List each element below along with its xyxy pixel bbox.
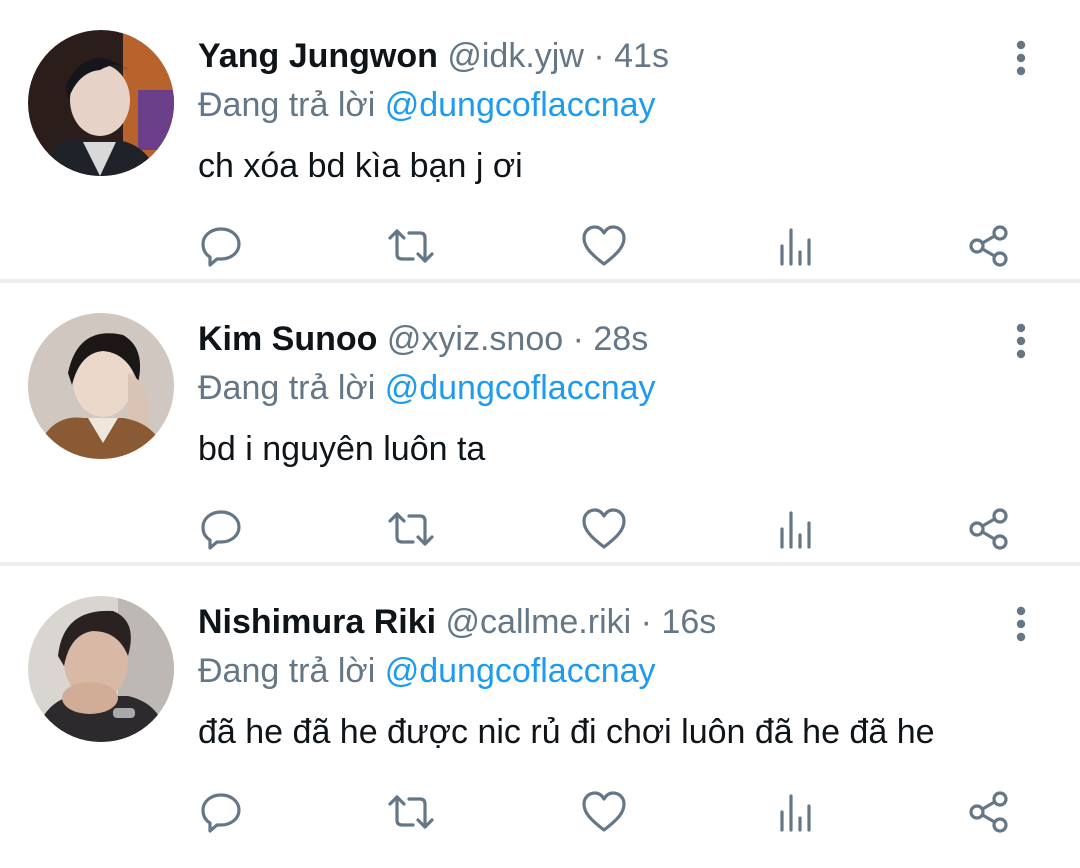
timestamp[interactable]: 28s	[593, 320, 648, 358]
analytics-button[interactable]	[771, 505, 821, 553]
mention-link[interactable]: @dungcoflaccnay	[385, 369, 656, 407]
replying-to-label: Đang trả lời	[198, 369, 376, 407]
heart-icon	[582, 791, 626, 832]
mention-link[interactable]: @dungcoflaccnay	[385, 86, 656, 124]
share-icon	[969, 791, 1008, 833]
like-button[interactable]	[579, 222, 629, 270]
tweet-text: ch xóa bd kìa bạn j ơi	[198, 147, 523, 185]
analytics-button[interactable]	[771, 222, 821, 270]
retweet-icon	[388, 229, 434, 263]
reply-icon	[201, 510, 241, 550]
reply-button[interactable]	[196, 505, 246, 553]
replying-to: Đang trả lời @dungcoflaccnay	[198, 82, 656, 128]
replying-to: Đang trả lời @dungcoflaccnay	[198, 365, 656, 411]
timestamp[interactable]: 16s	[661, 603, 716, 641]
reply-button[interactable]	[196, 222, 246, 270]
tweet[interactable]: Nishimura Riki @callme.riki · 16s Đang t…	[0, 566, 1080, 851]
analytics-icon	[780, 511, 811, 549]
share-icon	[969, 225, 1008, 267]
tweet-header: Kim Sunoo @xyiz.snoo · 28s	[198, 317, 648, 361]
mention-link[interactable]: @dungcoflaccnay	[385, 652, 656, 690]
display-name[interactable]: Yang Jungwon	[198, 37, 438, 75]
avatar[interactable]	[28, 596, 174, 742]
tweet-header: Nishimura Riki @callme.riki · 16s	[198, 600, 716, 644]
avatar[interactable]	[28, 313, 174, 459]
share-button[interactable]	[964, 222, 1014, 270]
reply-icon	[201, 793, 241, 833]
tweet-actions	[0, 788, 1080, 836]
tweet[interactable]: Yang Jungwon @idk.yjw · 41s Đang trả lời…	[0, 0, 1080, 283]
user-handle[interactable]: @idk.yjw	[447, 37, 584, 75]
like-button[interactable]	[579, 788, 629, 836]
retweet-icon	[388, 795, 434, 829]
more-vertical-icon	[1016, 323, 1026, 359]
share-icon	[969, 508, 1008, 550]
separator: ·	[593, 37, 605, 75]
user-handle[interactable]: @xyiz.snoo	[387, 320, 563, 358]
tweet-actions	[0, 222, 1080, 270]
more-vertical-icon	[1016, 40, 1026, 76]
heart-icon	[582, 225, 626, 266]
replying-to: Đang trả lời @dungcoflaccnay	[198, 648, 656, 694]
tweet-list: Yang Jungwon @idk.yjw · 41s Đang trả lời…	[0, 0, 1080, 851]
tweet[interactable]: Kim Sunoo @xyiz.snoo · 28s Đang trả lời …	[0, 283, 1080, 566]
tweet-text: đã he đã he được nic rủ đi chơi luôn đã …	[198, 713, 935, 751]
avatar[interactable]	[28, 30, 174, 176]
user-handle[interactable]: @callme.riki	[446, 603, 632, 641]
display-name[interactable]: Kim Sunoo	[198, 320, 377, 358]
like-button[interactable]	[579, 505, 629, 553]
tweet-header: Yang Jungwon @idk.yjw · 41s	[198, 34, 669, 78]
replying-to-label: Đang trả lời	[198, 86, 376, 124]
more-options-button[interactable]	[1004, 319, 1038, 363]
more-options-button[interactable]	[1004, 602, 1038, 646]
separator: ·	[572, 320, 584, 358]
retweet-button[interactable]	[386, 222, 436, 270]
tweet-actions	[0, 505, 1080, 553]
timestamp[interactable]: 41s	[614, 37, 669, 75]
analytics-button[interactable]	[771, 788, 821, 836]
heart-icon	[582, 508, 626, 549]
analytics-icon	[780, 228, 811, 266]
more-vertical-icon	[1016, 606, 1026, 642]
replying-to-label: Đang trả lời	[198, 652, 376, 690]
share-button[interactable]	[964, 505, 1014, 553]
retweet-button[interactable]	[386, 788, 436, 836]
separator: ·	[640, 603, 652, 641]
display-name[interactable]: Nishimura Riki	[198, 603, 436, 641]
tweet-text: bd i nguyên luôn ta	[198, 430, 486, 468]
reply-button[interactable]	[196, 788, 246, 836]
retweet-button[interactable]	[386, 505, 436, 553]
reply-icon	[201, 227, 241, 267]
more-options-button[interactable]	[1004, 36, 1038, 80]
analytics-icon	[780, 794, 811, 832]
share-button[interactable]	[964, 788, 1014, 836]
retweet-icon	[388, 512, 434, 546]
